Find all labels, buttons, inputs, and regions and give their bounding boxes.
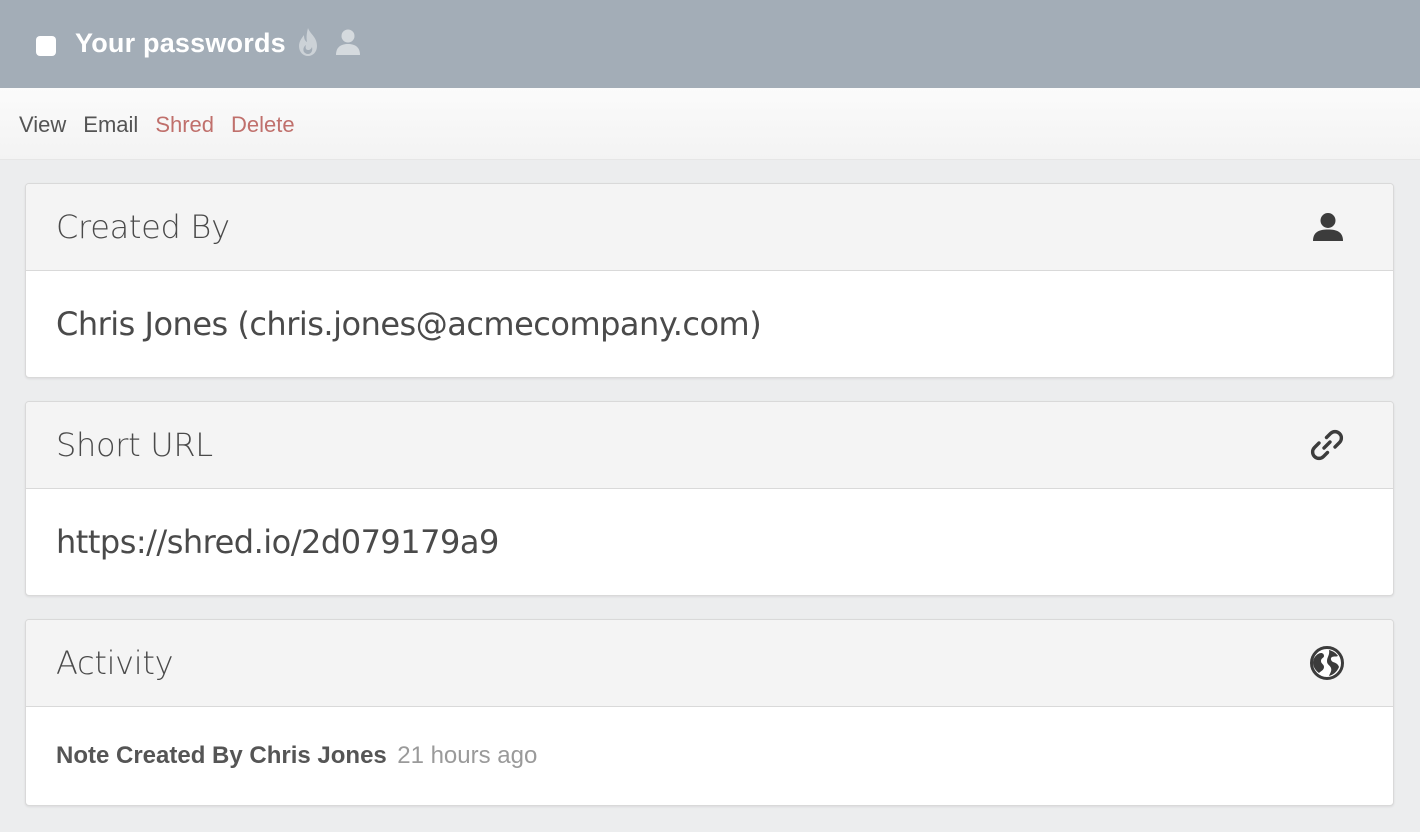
created-by-body: Chris Jones (chris.jones@acmecompany.com… bbox=[26, 271, 1393, 377]
activity-entry: Note Created By Chris Jones 21 hours ago bbox=[56, 742, 537, 770]
globe-icon bbox=[1309, 645, 1345, 681]
activity-panel: Activity Note Created By Chris Jones 21 … bbox=[25, 619, 1394, 806]
short-url-panel: Short URL https://shred.io/2d079179a9 bbox=[25, 401, 1394, 596]
activity-time: 21 hours ago bbox=[397, 742, 538, 769]
page-title: Your passwords bbox=[75, 27, 286, 58]
created-by-header: Created By bbox=[26, 184, 1393, 271]
delete-button[interactable]: Delete bbox=[231, 112, 295, 138]
email-button[interactable]: Email bbox=[83, 112, 138, 138]
scrollbar[interactable] bbox=[1420, 0, 1424, 832]
activity-title: Activity bbox=[56, 644, 174, 682]
activity-body: Note Created By Chris Jones 21 hours ago bbox=[26, 707, 1393, 805]
created-by-title: Created By bbox=[56, 208, 230, 246]
created-by-panel: Created By Chris Jones (chris.jones@acme… bbox=[25, 183, 1394, 378]
flame-icon bbox=[295, 27, 321, 57]
select-checkbox[interactable] bbox=[36, 36, 56, 56]
creator-value: Chris Jones (chris.jones@acmecompany.com… bbox=[56, 305, 762, 343]
user-icon bbox=[1311, 212, 1345, 242]
short-url-body: https://shred.io/2d079179a9 bbox=[26, 489, 1393, 595]
view-button[interactable]: View bbox=[19, 112, 66, 138]
short-url-header: Short URL bbox=[26, 402, 1393, 489]
short-url-value[interactable]: https://shred.io/2d079179a9 bbox=[56, 523, 499, 561]
activity-actor: Note Created By Chris Jones bbox=[56, 742, 387, 769]
link-icon bbox=[1309, 427, 1345, 463]
action-toolbar: View Email Shred Delete bbox=[0, 88, 1420, 160]
user-icon bbox=[335, 28, 361, 56]
short-url-title: Short URL bbox=[56, 426, 213, 464]
header-bar: Your passwords bbox=[0, 0, 1420, 88]
shred-button[interactable]: Shred bbox=[155, 112, 214, 138]
activity-header: Activity bbox=[26, 620, 1393, 707]
